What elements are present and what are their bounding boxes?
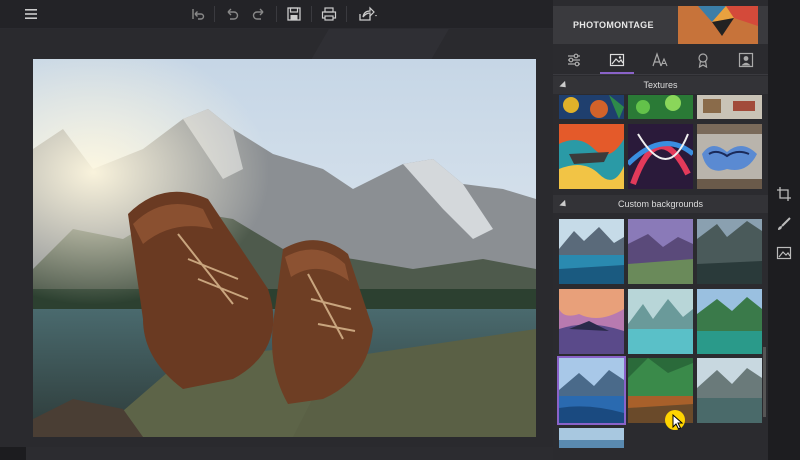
side-tools [768,0,800,460]
horizontal-scrollbar[interactable] [26,447,554,460]
brand-title: PHOTOMONTAGE [573,20,654,30]
panel-tabs [553,46,768,75]
background-thumb[interactable] [697,358,762,423]
crop-icon[interactable] [776,186,792,202]
background-thumb[interactable] [697,219,762,284]
cursor-arrow-icon [672,414,684,430]
texture-thumb[interactable] [628,95,693,119]
brand-banner: PHOTOMONTAGE [553,6,768,44]
brush-icon[interactable] [776,216,792,232]
background-thumb[interactable] [559,289,624,354]
toolbar-divider [311,6,312,22]
save-icon[interactable] [283,3,305,25]
badge-icon[interactable] [682,46,724,74]
redo-icon[interactable] [248,3,270,25]
texture-thumb[interactable] [628,124,693,189]
texture-thumb[interactable] [697,124,762,189]
background-thumb[interactable] [559,219,624,284]
brand-logo [678,6,758,44]
main-photo[interactable] [33,59,536,437]
canvas-area[interactable]: × [0,29,553,447]
picture-icon[interactable] [776,245,792,261]
custom-backgrounds-header[interactable]: Custom backgrounds [553,195,768,213]
texture-thumb[interactable] [697,95,762,119]
background-thumb[interactable] [628,219,693,284]
background-thumb-selected[interactable] [557,356,626,425]
menu-icon[interactable] [20,3,42,25]
textures-header[interactable]: Textures [553,76,768,94]
texture-thumb[interactable] [559,124,624,189]
adjust-icon[interactable] [553,46,595,74]
toolbar-divider [276,6,277,22]
textures-label: Textures [643,80,678,90]
person-icon[interactable] [725,46,767,74]
background-thumb[interactable] [628,289,693,354]
custom-backgrounds-label: Custom backgrounds [617,199,704,209]
background-thumb[interactable] [559,428,624,448]
print-icon[interactable] [318,3,340,25]
top-toolbar [0,0,553,29]
right-panel: PHOTOMONTAGE Textures Custom backgrounds [553,0,768,460]
undo-all-icon[interactable] [186,3,208,25]
background-thumb[interactable] [697,289,762,354]
toolbar-divider [346,6,347,22]
toolbar-divider [214,6,215,22]
share-icon[interactable] [355,3,381,25]
vertical-scrollbar[interactable] [763,347,766,417]
texture-thumb[interactable] [559,95,624,119]
text-icon[interactable] [639,46,681,74]
undo-icon[interactable] [221,3,243,25]
image-icon[interactable] [596,46,638,74]
